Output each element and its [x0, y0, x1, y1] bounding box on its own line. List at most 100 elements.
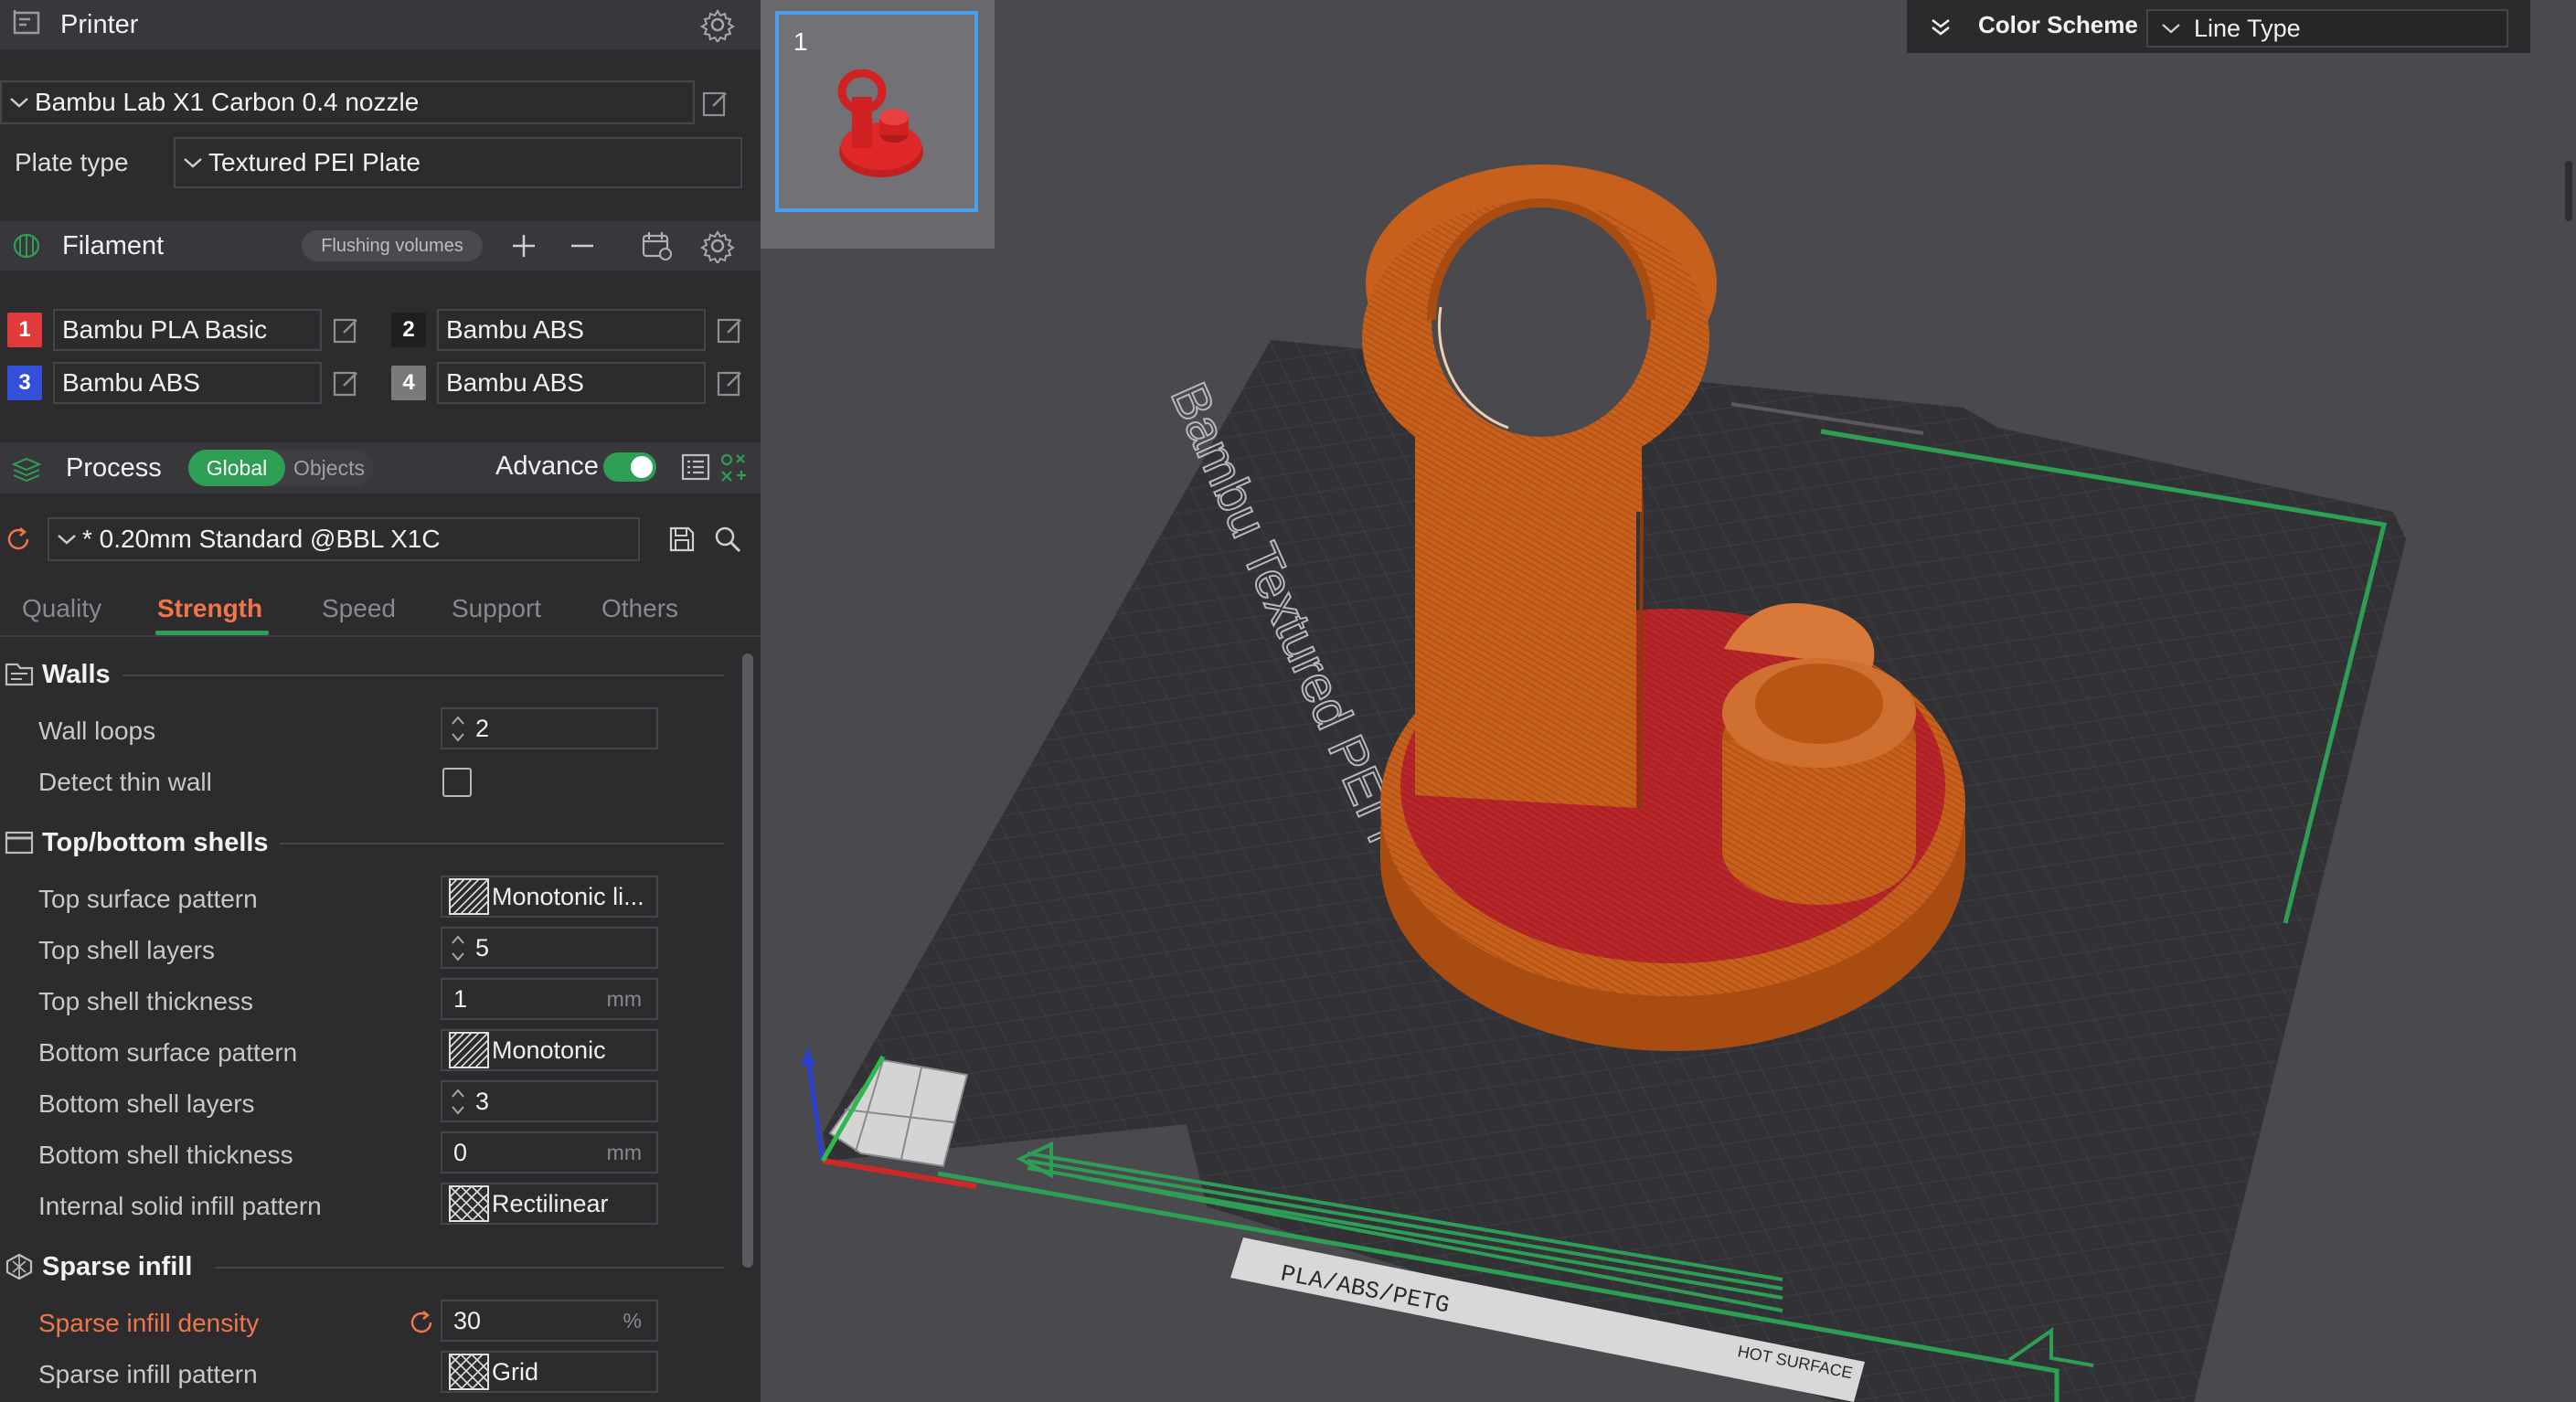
filament-title: Filament [62, 230, 165, 260]
edit-filament-2-icon[interactable] [715, 314, 746, 345]
advance-toggle[interactable] [603, 452, 656, 482]
3d-viewport[interactable]: Bambu Textured PEI Plate PLA/ABS/PETG HO… [761, 0, 2576, 1402]
filament-section-header: Filament Flushing volumes [0, 221, 761, 271]
compare-presets-icon[interactable] [719, 451, 748, 483]
flushing-volumes-button[interactable]: Flushing volumes [302, 230, 483, 261]
bottom-shell-thickness-label: Bottom shell thickness [38, 1141, 293, 1169]
tab-strength[interactable]: Strength [157, 594, 262, 623]
tab-quality[interactable]: Quality [22, 594, 101, 623]
wall-loops-value: 2 [475, 714, 490, 742]
top-surface-pattern-select[interactable]: Monotonic li... [441, 876, 658, 918]
collapse-chevron-icon[interactable] [1927, 13, 1954, 40]
top-shell-thickness-input[interactable]: 1 mm [441, 978, 658, 1020]
global-tab[interactable]: Global [188, 450, 285, 486]
process-layers-icon [11, 457, 42, 483]
filament-sync-icon[interactable] [640, 228, 675, 263]
chevron-down-icon [2162, 24, 2180, 34]
remove-filament-icon[interactable] [569, 232, 596, 260]
color-scheme-label: Color Scheme [1978, 11, 2138, 38]
printer-icon [13, 10, 40, 35]
bottom-surface-pattern-label: Bottom surface pattern [38, 1038, 298, 1067]
filament-1-badge[interactable]: 1 [7, 313, 42, 347]
detect-thin-wall-checkbox[interactable] [442, 768, 472, 797]
rectilinear-pattern-icon [449, 1185, 489, 1222]
chevron-down-icon [184, 158, 202, 168]
viewport-scroll-indicator[interactable] [2565, 161, 2572, 221]
wall-loops-input[interactable]: 2 [441, 707, 658, 749]
edit-filament-3-icon[interactable] [331, 367, 362, 398]
filament-4-select[interactable]: Bambu ABS [437, 362, 706, 404]
group-divider [122, 674, 724, 676]
spin-arrows-icon[interactable] [446, 710, 470, 747]
plate-type-value: Textured PEI Plate [208, 148, 420, 176]
group-divider [216, 1267, 724, 1269]
wall-loops-label: Wall loops [38, 717, 156, 745]
bottom-shell-thickness-input[interactable]: 0 mm [441, 1131, 658, 1174]
tab-others[interactable]: Others [601, 594, 678, 623]
unit-mm: mm [606, 986, 642, 1011]
filament-settings-gear-icon[interactable] [700, 228, 735, 263]
process-preset-select[interactable]: * 0.20mm Standard @BBL X1C [48, 517, 640, 561]
list-view-icon[interactable] [680, 451, 711, 483]
top-surface-pattern-value: Monotonic li... [492, 882, 644, 910]
add-filament-icon[interactable] [510, 232, 538, 260]
search-icon[interactable] [713, 525, 742, 554]
internal-solid-infill-select[interactable]: Rectilinear [441, 1183, 658, 1225]
bottom-shell-layers-value: 3 [475, 1087, 490, 1115]
shells-icon [5, 831, 34, 855]
monotonic-line-pattern-icon [449, 878, 489, 915]
filament-2-select[interactable]: Bambu ABS [437, 309, 706, 351]
tab-speed[interactable]: Speed [322, 594, 396, 623]
advance-label: Advance [495, 451, 599, 481]
filament-3-select[interactable]: Bambu ABS [53, 362, 322, 404]
filament-3-badge[interactable]: 3 [7, 366, 42, 400]
shells-title: Top/bottom shells [42, 827, 269, 857]
sparse-infill-density-label: Sparse infill density [38, 1309, 260, 1337]
filament-1-select[interactable]: Bambu PLA Basic [53, 309, 322, 351]
color-scheme-select[interactable]: Line Type [2146, 9, 2508, 48]
plate-thumbnail-model [837, 69, 923, 177]
printer-title: Printer [60, 9, 139, 39]
tab-support[interactable]: Support [452, 594, 541, 623]
spin-arrows-icon[interactable] [446, 929, 470, 966]
filament-icon [13, 233, 40, 259]
chevron-down-icon [10, 98, 28, 108]
monotonic-pattern-icon [449, 1032, 489, 1068]
bottom-shell-layers-input[interactable]: 3 [441, 1080, 658, 1122]
bottom-surface-pattern-value: Monotonic [492, 1036, 606, 1064]
edit-printer-icon[interactable] [700, 88, 731, 119]
group-divider [280, 843, 724, 844]
top-shell-layers-input[interactable]: 5 [441, 927, 658, 969]
process-preset-value: * 0.20mm Standard @BBL X1C [82, 525, 441, 553]
bottom-shell-layers-label: Bottom shell layers [38, 1089, 255, 1118]
settings-scrollbar[interactable] [742, 653, 753, 1268]
process-title: Process [66, 452, 162, 483]
plate-type-select[interactable]: Textured PEI Plate [174, 137, 742, 188]
plate-number: 1 [793, 27, 808, 56]
printer-select[interactable]: Bambu Lab X1 Carbon 0.4 nozzle [0, 80, 695, 124]
objects-tab[interactable]: Objects [287, 450, 371, 486]
walls-title: Walls [42, 659, 111, 689]
printer-settings-gear-icon[interactable] [700, 7, 735, 42]
tab-divider [0, 635, 761, 637]
reset-preset-icon[interactable] [4, 525, 33, 554]
sparse-infill-pattern-value: Grid [492, 1357, 539, 1386]
spin-arrows-icon[interactable] [446, 1083, 470, 1120]
chevron-down-icon [58, 535, 76, 545]
plate-type-label: Plate type [15, 148, 129, 176]
sparse-infill-density-input[interactable]: 30 % [441, 1300, 658, 1342]
process-scope-switch[interactable]: Global Objects [188, 450, 373, 486]
sparse-infill-pattern-select[interactable]: Grid [441, 1351, 658, 1393]
internal-solid-infill-value: Rectilinear [492, 1189, 609, 1217]
save-preset-icon[interactable] [667, 525, 697, 554]
top-shell-layers-label: Top shell layers [38, 936, 215, 964]
edit-filament-4-icon[interactable] [715, 367, 746, 398]
edit-filament-1-icon[interactable] [331, 314, 362, 345]
filament-4-badge[interactable]: 4 [391, 366, 426, 400]
filament-2-badge[interactable]: 2 [391, 313, 426, 347]
printer-name: Bambu Lab X1 Carbon 0.4 nozzle [35, 88, 420, 116]
reset-value-icon[interactable] [406, 1307, 437, 1338]
bottom-surface-pattern-select[interactable]: Monotonic [441, 1029, 658, 1071]
top-shell-thickness-label: Top shell thickness [38, 987, 254, 1015]
settings-panel: Printer Bambu Lab X1 Carbon 0.4 nozzle P… [0, 0, 761, 1402]
